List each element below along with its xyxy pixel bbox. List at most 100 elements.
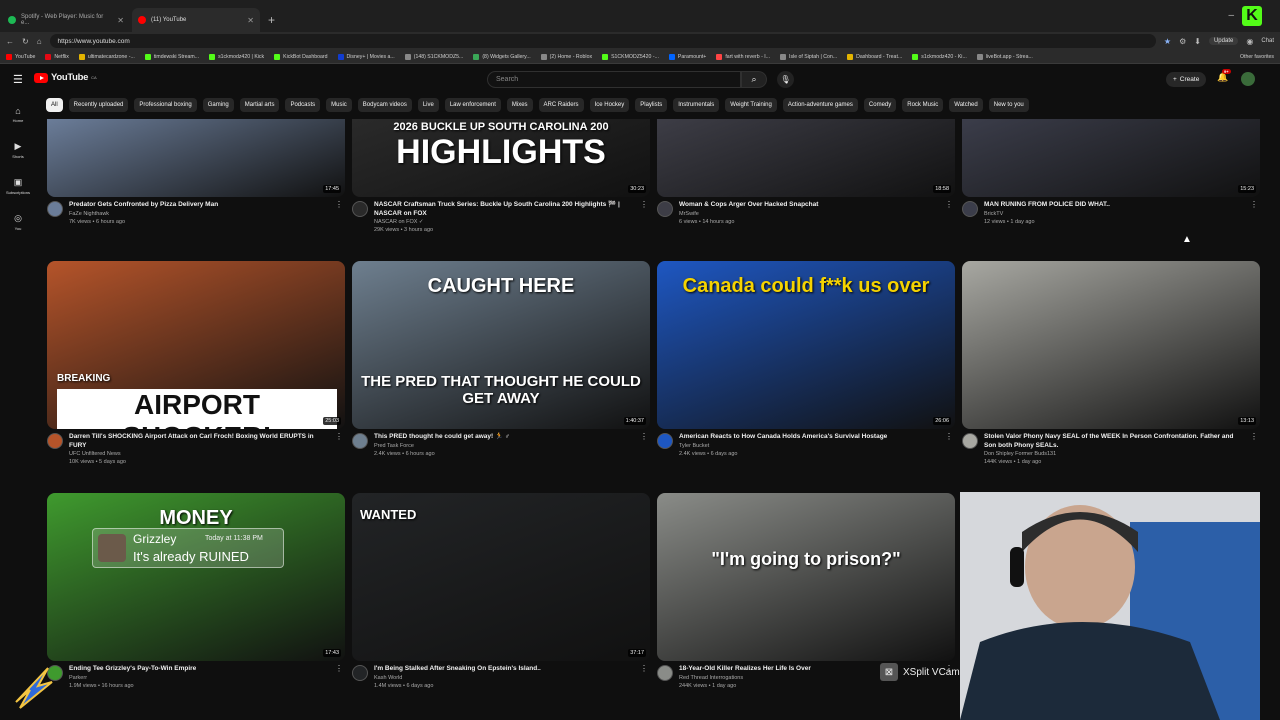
filter-chip[interactable]: Bodycam videos	[357, 98, 412, 112]
account-avatar[interactable]	[1241, 72, 1255, 86]
bookmark-item[interactable]: Disney+ | Movies a...	[337, 53, 395, 60]
bookmark-item[interactable]: timdewski Stream...	[144, 53, 199, 60]
bookmark-item[interactable]: fart with reverb - I...	[716, 53, 770, 60]
filter-chip[interactable]: Podcasts	[285, 98, 321, 112]
video-card[interactable]: Canada could f**k us over 26:06 American R…	[657, 261, 955, 479]
bookmark-item[interactable]: Isle of Siptah | Con...	[780, 53, 837, 60]
channel-name[interactable]: Red Thread Interrogations	[679, 675, 743, 681]
notifications-button[interactable]: 🔔 9+	[1217, 69, 1231, 83]
bookmark-item[interactable]: S1CKMODZ5420 -...	[602, 53, 659, 60]
sidebar-item-shorts[interactable]: ▶ Shorts	[0, 132, 36, 168]
channel-name[interactable]: BrickTV	[984, 211, 1003, 217]
filter-chip[interactable]: ARC Raiders	[538, 98, 584, 112]
copilot-icon[interactable]: ◉	[1246, 37, 1253, 46]
channel-name[interactable]: Pred Task Force	[374, 443, 414, 449]
video-title[interactable]: MAN RUNING FROM POLICE DID WHAT..	[984, 201, 1246, 210]
voice-search-button[interactable]: 🎙	[777, 71, 794, 88]
bookmark-item[interactable]: KickBot Dashboard	[274, 53, 328, 60]
extensions-icon[interactable]: ⚙	[1179, 37, 1186, 46]
filter-chip[interactable]: Weight Training	[725, 98, 777, 112]
channel-name[interactable]: NASCAR on FOX ✓	[374, 219, 424, 225]
more-options-icon[interactable]: ⋮	[335, 432, 343, 441]
filter-chip[interactable]: Instrumentals	[673, 98, 720, 112]
video-thumbnail[interactable]: MONEY 17:43	[47, 493, 345, 661]
channel-name[interactable]: Don Shipley Former Buds131	[984, 451, 1056, 457]
bookmark-item[interactable]: (8) Widgets Gallery...	[473, 53, 531, 60]
video-thumbnail[interactable]: 18:58	[657, 119, 955, 197]
bookmark-item[interactable]: Netflix	[45, 53, 69, 60]
more-options-icon[interactable]: ⋮	[640, 432, 648, 441]
filter-chip[interactable]: Comedy	[863, 98, 897, 112]
video-thumbnail[interactable]: CAUGHT HERE THE PRED THAT THOUGHT HE COUL…	[352, 261, 650, 429]
channel-name[interactable]: Tyler Bucket	[679, 443, 709, 449]
more-options-icon[interactable]: ⋮	[1250, 432, 1258, 441]
video-thumbnail[interactable]: BREAKING AIRPORT SHOCKER!25:03	[47, 261, 345, 429]
bookmark-item[interactable]: Paramount+	[668, 53, 706, 60]
more-options-icon[interactable]: ⋮	[640, 200, 648, 209]
filter-chip[interactable]: Playlists	[635, 98, 668, 112]
video-title[interactable]: American Reacts to How Canada Holds Amer…	[679, 433, 941, 442]
video-card[interactable]: 2026 BUCKLE UP SOUTH CAROLINA 200 HIGHLIG…	[352, 119, 650, 247]
bookmark-item[interactable]: YouTube	[6, 53, 35, 60]
bookmark-item[interactable]: Dashboard - Treat...	[847, 53, 902, 60]
video-thumbnail[interactable]: Canada could f**k us over 26:06	[657, 261, 955, 429]
search-button[interactable]: ⌕	[741, 71, 767, 88]
browser-tab-youtube[interactable]: (11) YouTube ✕	[132, 8, 260, 32]
video-card[interactable]: CAUGHT HERE THE PRED THAT THOUGHT HE COUL…	[352, 261, 650, 479]
video-thumbnail[interactable]: 13:13	[962, 261, 1260, 429]
close-icon[interactable]: ✕	[247, 16, 254, 25]
video-title[interactable]: Predator Gets Confronted by Pizza Delive…	[69, 201, 331, 210]
video-card[interactable]: 17:45 Predator Gets Confronted by Pizza D…	[47, 119, 345, 247]
channel-name[interactable]: Kash World	[374, 675, 402, 681]
video-title[interactable]: Woman & Cops Arger Over Hacked Snapchat	[679, 201, 941, 210]
filter-chip[interactable]: Rock Music	[902, 98, 944, 112]
filter-chip[interactable]: Music	[326, 98, 352, 112]
sidebar-item-subscriptions[interactable]: ▣ Subscriptions	[0, 168, 36, 204]
filter-chip[interactable]: Watched	[949, 98, 983, 112]
channel-avatar[interactable]	[657, 201, 673, 217]
channel-avatar[interactable]	[962, 201, 978, 217]
more-options-icon[interactable]: ⋮	[640, 664, 648, 673]
bookmark-item[interactable]: (2) Home - Roblox	[540, 53, 592, 60]
filter-chip[interactable]: Ice Hockey	[589, 98, 630, 112]
more-options-icon[interactable]: ⋮	[945, 432, 953, 441]
more-options-icon[interactable]: ⋮	[945, 200, 953, 209]
download-icon[interactable]: ⬇	[1194, 37, 1201, 46]
create-button[interactable]: + Create	[1166, 72, 1207, 87]
menu-icon[interactable]: ☰	[13, 73, 23, 86]
channel-avatar[interactable]	[962, 433, 978, 449]
video-title[interactable]: I'm Being Stalked After Sneaking On Epst…	[374, 665, 636, 674]
channel-avatar[interactable]	[352, 201, 368, 217]
video-thumbnail[interactable]: "I'm going to prison?"	[657, 493, 955, 661]
video-card[interactable]: WANTED 37:17 I'm Being Stalked After Sneak…	[352, 493, 650, 711]
reload-icon[interactable]: ↻	[22, 37, 29, 46]
browser-tab-spotify[interactable]: Spotify - Web Player: Music for e... ✕	[2, 8, 130, 32]
bookmark-item[interactable]: ultimatecardzone -...	[78, 53, 135, 60]
video-card[interactable]: 13:13 Stolen Valor Phony Navy SEAL of the…	[962, 261, 1260, 479]
filter-chip[interactable]: Professional boxing	[134, 98, 197, 112]
bookmark-item[interactable]: (148) S1CKMODZ5...	[404, 53, 463, 60]
new-tab-button[interactable]: +	[262, 8, 281, 32]
video-card[interactable]: MONEY 17:43 Ending Tee Grizzley's Pay-To-W…	[47, 493, 345, 711]
filter-chip[interactable]: All	[46, 98, 63, 112]
url-input[interactable]: https://www.youtube.com	[49, 34, 1156, 48]
filter-chip[interactable]: New to you	[988, 98, 1029, 112]
filter-chip[interactable]: Recently uploaded	[68, 98, 129, 112]
video-card[interactable]: BREAKING AIRPORT SHOCKER!25:03 Darren Till…	[47, 261, 345, 479]
channel-avatar[interactable]	[47, 433, 63, 449]
video-card[interactable]: 18:58 Woman & Cops Arger Over Hacked Snap…	[657, 119, 955, 247]
minimize-icon[interactable]: –	[1228, 10, 1234, 21]
filter-chip[interactable]: Mixes	[506, 98, 533, 112]
video-title[interactable]: Stolen Valor Phony Navy SEAL of the WEEK…	[984, 433, 1246, 450]
filter-chip[interactable]: Martial arts	[239, 98, 280, 112]
filter-chip[interactable]: Gaming	[202, 98, 234, 112]
sidebar-item-home[interactable]: ⌂ Home	[0, 96, 36, 132]
sidebar-item-you[interactable]: ◎ You	[0, 204, 36, 240]
back-icon[interactable]: ←	[6, 37, 14, 46]
video-thumbnail[interactable]: WANTED 37:17	[352, 493, 650, 661]
channel-avatar[interactable]	[352, 665, 368, 681]
filter-chip[interactable]: Action-adventure games	[782, 98, 858, 112]
video-card[interactable]: 15:23 MAN RUNING FROM POLICE DID WHAT.. Br…	[962, 119, 1260, 247]
chat-button[interactable]: Chat	[1261, 38, 1274, 44]
more-options-icon[interactable]: ⋮	[1250, 200, 1258, 209]
